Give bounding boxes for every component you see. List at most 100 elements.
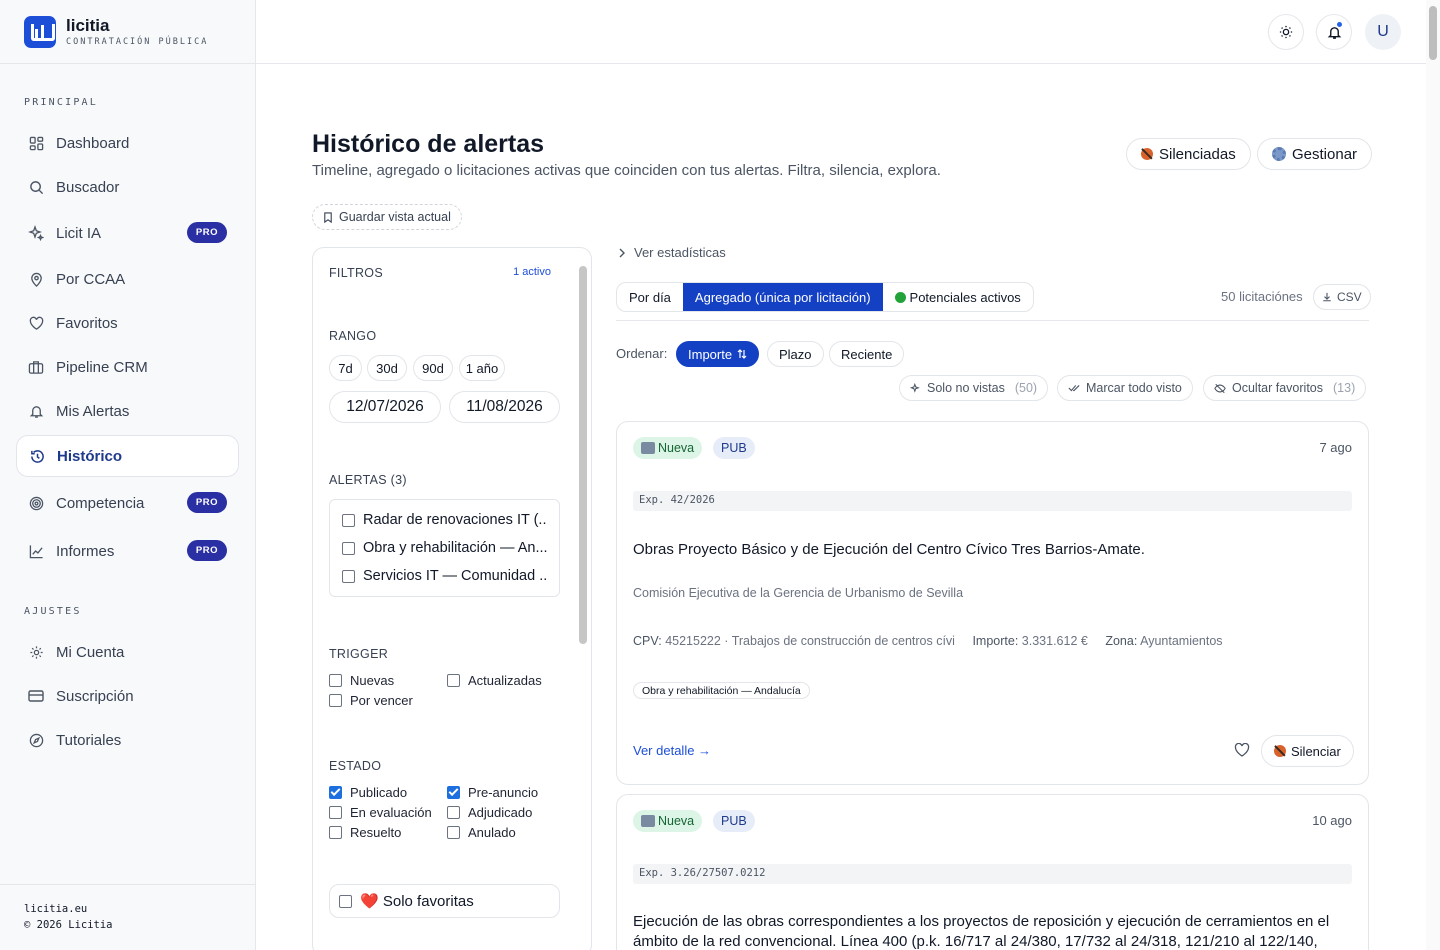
trigger-nuevas[interactable]: Nuevas — [329, 673, 394, 688]
date-to-input[interactable]: 11/08/2026 — [449, 391, 560, 423]
sidebar-item-mi-cuenta[interactable]: Mi Cuenta — [16, 631, 239, 673]
checkbox[interactable] — [447, 674, 460, 687]
brand[interactable]: licitia CONTRATACIÓN PÚBLICA — [0, 0, 255, 64]
estado-en-evaluacion[interactable]: En evaluación — [329, 805, 432, 820]
map-pin-icon — [28, 271, 44, 287]
range-chip-90d[interactable]: 90d — [413, 355, 453, 381]
solo-favoritas-toggle[interactable]: ❤️ Solo favoritas — [329, 884, 560, 918]
sort-arrows-icon — [737, 349, 747, 359]
sidebar-item-label: Buscador — [56, 178, 120, 196]
card-title[interactable]: Ejecución de las obras correspondientes … — [633, 912, 1353, 950]
divider — [616, 320, 1369, 321]
sidebar-item-buscador[interactable]: Buscador — [16, 166, 239, 208]
sidebar-item-label: Favoritos — [56, 314, 118, 332]
sun-icon — [1279, 25, 1293, 39]
sidebar-item-favoritos[interactable]: Favoritos — [16, 302, 239, 344]
results-count: 50 licitaciónes — [1221, 289, 1303, 304]
checkbox-checked[interactable] — [447, 786, 460, 799]
checkbox[interactable] — [342, 569, 355, 583]
notifications-button[interactable] — [1316, 14, 1352, 50]
checkbox-checked[interactable] — [329, 786, 342, 799]
alert-option[interactable]: Servicios IT — Comunidad ... — [342, 562, 547, 590]
estado-pre-anuncio[interactable]: Pre-anuncio — [447, 785, 538, 800]
silence-button[interactable]: Silenciar — [1261, 735, 1354, 767]
range-chip-1-year[interactable]: 1 año — [459, 355, 505, 381]
tender-card[interactable]: Nueva PUB 7 ago Exp. 42/2026 Obras Proye… — [616, 421, 1369, 785]
alerts-list: Radar de renovaciones IT (... Obra y reh… — [329, 499, 560, 597]
alert-option[interactable]: Obra y rehabilitación — An... — [342, 534, 547, 562]
save-view-button[interactable]: Guardar vista actual — [312, 204, 462, 230]
sidebar-item-tutoriales[interactable]: Tutoriales — [16, 719, 239, 761]
estado-resuelto[interactable]: Resuelto — [329, 825, 401, 840]
date-from-input[interactable]: 12/07/2026 — [329, 391, 441, 423]
silenced-button[interactable]: Silenciadas — [1126, 138, 1251, 170]
sidebar-item-dashboard[interactable]: Dashboard — [16, 122, 239, 164]
sort-plazo-button[interactable]: Plazo — [767, 341, 824, 367]
page-scroll-thumb[interactable] — [1429, 6, 1437, 60]
estado-anulado[interactable]: Anulado — [447, 825, 516, 840]
trigger-actualizadas[interactable]: Actualizadas — [447, 673, 542, 688]
sidebar-item-label: Mi Cuenta — [56, 643, 125, 661]
compass-icon — [28, 732, 44, 748]
checkbox[interactable] — [329, 694, 342, 707]
sidebar-item-licit-ia[interactable]: Licit IA PRO — [16, 212, 239, 254]
sidebar-item-suscripcion[interactable]: Suscripción — [16, 675, 239, 717]
sidebar-item-label: Tutoriales — [56, 731, 122, 749]
estado-publicado[interactable]: Publicado — [329, 785, 407, 800]
avatar[interactable]: U — [1365, 14, 1401, 50]
badge-label: Nueva — [658, 441, 695, 455]
new-badge: Nueva — [633, 810, 703, 832]
checkbox[interactable] — [339, 894, 352, 908]
checkbox[interactable] — [329, 806, 342, 819]
sort-importe-button[interactable]: Importe — [676, 341, 760, 367]
range-chip-30d[interactable]: 30d — [367, 355, 407, 381]
sidebar-item-competencia[interactable]: Competencia PRO — [16, 482, 239, 524]
heart-icon — [28, 315, 44, 331]
sidebar-item-por-ccaa[interactable]: Por CCAA — [16, 258, 239, 300]
sidebar-item-informes[interactable]: Informes PRO — [16, 530, 239, 572]
alert-tag: Obra y rehabilitación — Andalucía — [633, 682, 810, 699]
silence-label: Silenciar — [1291, 743, 1341, 759]
sidebar: licitia CONTRATACIÓN PÚBLICA PRINCIPAL D… — [0, 0, 256, 950]
checkbox[interactable] — [447, 806, 460, 819]
new-icon — [641, 815, 655, 827]
tender-card[interactable]: Nueva PUB 10 ago Exp. 3.26/27507.0212 Ej… — [616, 794, 1369, 950]
sidebar-item-mis-alertas[interactable]: Mis Alertas — [16, 390, 239, 432]
only-unseen-button[interactable]: Solo no vistas (50) — [899, 375, 1049, 401]
csv-export-button[interactable]: CSV — [1313, 284, 1371, 310]
page-subtitle: Timeline, agregado o licitaciones activa… — [312, 162, 941, 179]
hide-favorites-button[interactable]: Ocultar favoritos (13) — [1203, 375, 1367, 401]
alert-option[interactable]: Radar de renovaciones IT (... — [342, 506, 547, 534]
chart-line-icon — [28, 543, 44, 559]
credit-card-icon — [28, 688, 44, 704]
page-scrollbar[interactable] — [1426, 0, 1440, 950]
view-detail-link[interactable]: Ver detalle → — [633, 743, 711, 758]
checkbox[interactable] — [342, 541, 355, 555]
sparkles-icon — [910, 382, 920, 393]
sort-reciente-button[interactable]: Reciente — [829, 341, 905, 367]
checkbox[interactable] — [329, 674, 342, 687]
estado-adjudicado[interactable]: Adjudicado — [447, 805, 532, 820]
favorite-heart-icon[interactable] — [1234, 743, 1250, 757]
manage-button[interactable]: Gestionar — [1257, 138, 1373, 170]
card-title[interactable]: Obras Proyecto Básico y de Ejecución del… — [633, 540, 1353, 560]
sidebar-item-historico[interactable]: Histórico — [16, 435, 239, 477]
stats-toggle-link[interactable]: Ver estadísticas — [618, 245, 726, 260]
checkbox[interactable] — [447, 826, 460, 839]
trigger-por-vencer[interactable]: Por vencer — [329, 693, 413, 708]
checkbox[interactable] — [329, 826, 342, 839]
green-dot-icon — [894, 291, 906, 303]
filters-scrollbar[interactable] — [579, 266, 587, 644]
checkbox[interactable] — [342, 513, 355, 527]
tab-potenciales-activos[interactable]: Potenciales activos — [883, 283, 1033, 311]
theme-toggle-button[interactable] — [1268, 14, 1304, 50]
sidebar-item-pipeline-crm[interactable]: Pipeline CRM — [16, 346, 239, 388]
range-chip-7d[interactable]: 7d — [329, 355, 362, 381]
tab-agregado[interactable]: Agregado (única por licitación) — [682, 283, 883, 311]
muted-icon — [1141, 148, 1153, 160]
tab-por-dia[interactable]: Por día — [617, 283, 683, 311]
option-label: Publicado — [350, 785, 408, 800]
mark-all-seen-button[interactable]: Marcar todo visto — [1057, 375, 1193, 401]
history-icon — [29, 448, 45, 464]
alert-option-label: Radar de renovaciones IT (... — [363, 512, 547, 528]
